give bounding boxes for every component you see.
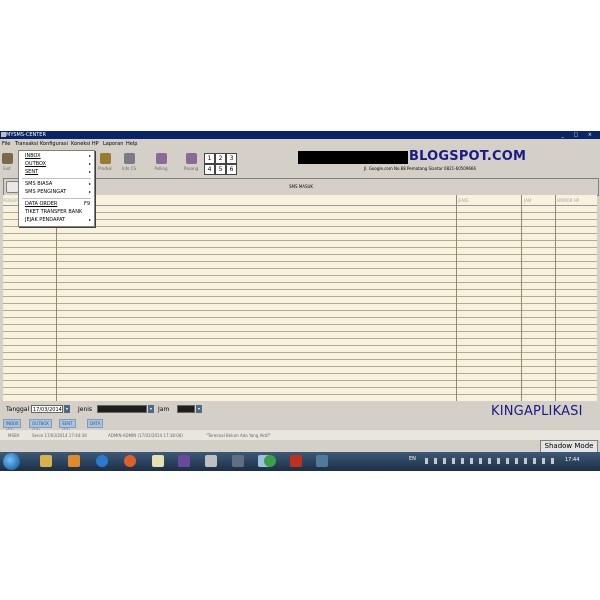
number-keypad: 1 2 3 4 5 6 — [204, 153, 237, 175]
transaksi-dropdown-menu: INBOX ▸ OUTBOX ▸ SENT ▸ SMS BIASA ▸ SMS … — [18, 150, 95, 227]
jenis-label: Jenis — [78, 406, 93, 413]
window-title-bar[interactable]: MYSMS-CENTER _ □ × — [0, 131, 600, 139]
notepad-icon[interactable] — [152, 455, 164, 467]
submenu-arrow-icon: ▸ — [88, 161, 91, 166]
media-player-icon[interactable] — [68, 455, 80, 467]
submenu-arrow-icon: ▸ — [88, 169, 91, 174]
taskbar-clock[interactable]: 17:44 — [565, 457, 579, 463]
pencil-icon — [155, 153, 167, 164]
menu-help[interactable]: Help — [126, 140, 137, 148]
jenis-select[interactable] — [97, 405, 147, 413]
system-tray-icons[interactable] — [425, 458, 555, 464]
status-app: MSBX — [8, 433, 20, 438]
menu-item-data-order[interactable]: DATA ORDER — [25, 201, 57, 207]
menu-bar: File Transaksi Konfigurasi Koneksi HP La… — [0, 140, 600, 148]
tanggal-label: Tanggal — [6, 406, 30, 413]
window-title: MYSMS-CENTER — [6, 132, 46, 138]
menu-separator — [22, 178, 91, 179]
col-jam[interactable]: JAM — [524, 198, 531, 203]
polling-button[interactable]: Polling — [152, 153, 170, 171]
brand-title: BLOGSPOT.COM — [409, 149, 527, 164]
people-icon — [123, 153, 135, 164]
tanggal-input[interactable]: 17/03/2014 — [31, 405, 63, 413]
column-divider — [521, 195, 522, 401]
menu-koneksi-hp[interactable]: Koneksi HP — [71, 140, 99, 148]
col-jenis[interactable]: JENIS — [458, 198, 468, 203]
tab-outbox[interactable]: OUTBOX (F4) — [29, 419, 52, 433]
menu-konfigurasi[interactable]: Konfigurasi — [40, 140, 68, 148]
pasang-button[interactable]: Pasang — [182, 153, 200, 171]
menu-item-sms-biasa[interactable]: SMS BIASA — [25, 181, 52, 187]
menu-laporan[interactable]: Laporan — [103, 140, 123, 148]
calculator-icon[interactable] — [232, 455, 244, 467]
key-4[interactable]: 4 — [204, 164, 215, 175]
status-terminal: "Terminal Belum Ada Yang Aktif" — [206, 433, 271, 438]
status-datetime: Senin 17/03/2014 17:44:38 — [32, 433, 87, 438]
explorer-icon[interactable] — [40, 455, 52, 467]
tab-sent[interactable]: SENT (F3) — [59, 419, 76, 433]
exit-button[interactable]: Exit — [0, 153, 16, 171]
jenis-dropdown-button[interactable]: ▾ — [148, 405, 154, 413]
app-window-icon[interactable] — [205, 455, 217, 467]
submenu-arrow-icon: ▸ — [88, 189, 91, 194]
start-button[interactable] — [3, 453, 20, 470]
redacted-brand-bar — [298, 151, 408, 164]
status-bar: MSBX Senin 17/03/2014 17:44:38 ADMIN-ADM… — [0, 430, 600, 440]
windows-taskbar: EN 17:44 — [0, 452, 600, 471]
shortcut-label: F9 — [83, 201, 90, 207]
people-icon[interactable] — [316, 455, 328, 467]
internet-explorer-icon[interactable] — [96, 455, 108, 467]
menu-transaksi[interactable]: Transaksi — [15, 140, 38, 148]
jam-label: Jam — [158, 406, 170, 413]
submenu-arrow-icon: ▸ — [88, 217, 91, 222]
key-6[interactable]: 6 — [226, 164, 237, 175]
menu-item-outbox[interactable]: OUTBOX — [25, 161, 46, 167]
tab-inbox[interactable]: INBOX (F1) — [3, 419, 22, 433]
language-indicator[interactable]: EN — [409, 456, 416, 462]
chrome-icon[interactable] — [264, 455, 276, 467]
submenu-arrow-icon: ▸ — [88, 153, 91, 158]
col-nomor-hp[interactable]: NOMOR HP — [557, 198, 579, 203]
key-3[interactable]: 3 — [226, 153, 237, 164]
photo-viewer-icon[interactable] — [178, 455, 190, 467]
jam-select[interactable] — [177, 405, 195, 413]
tab-data-log[interactable]: DATA - LOG — [87, 419, 104, 440]
menu-item-sent[interactable]: SENT — [25, 169, 38, 175]
column-divider — [555, 195, 556, 401]
column-divider — [456, 195, 457, 401]
key-2[interactable]: 2 — [215, 153, 226, 164]
status-user: ADMIN-ADMIN (17/03/2014 17:38:08) — [108, 433, 183, 438]
tanggal-dropdown-button[interactable]: ▾ — [64, 405, 70, 413]
produk-button[interactable]: Produk — [96, 153, 114, 171]
menu-item-tiket-transfer-bank[interactable]: TIKET TRANSFER BANK — [25, 209, 82, 215]
brand-address: Jl. Google.com No.88 Pematang Siantar 08… — [364, 166, 477, 171]
menu-separator — [22, 198, 91, 199]
kingaplikasi-logo-text: KINGAPLIKASI — [491, 404, 583, 419]
door-icon — [1, 153, 13, 164]
window-controls[interactable]: _ □ × — [561, 131, 596, 139]
thumbtack-icon — [185, 153, 197, 164]
firefox-icon[interactable] — [124, 455, 136, 467]
jam-dropdown-button[interactable]: ▾ — [196, 405, 202, 413]
submenu-arrow-icon: ▸ — [88, 181, 91, 186]
menu-item-sms-pengingat[interactable]: SMS PENGINGAT — [25, 189, 66, 195]
menu-item-inbox[interactable]: INBOX — [25, 153, 41, 159]
menu-item-jejak-pendapat[interactable]: JEJAK PENDAPAT — [25, 217, 65, 223]
key-5[interactable]: 5 — [215, 164, 226, 175]
info-cs-button[interactable]: Info CS — [120, 153, 138, 171]
gears-icon — [99, 153, 111, 164]
key-1[interactable]: 1 — [204, 153, 215, 164]
menu-file[interactable]: File — [2, 140, 10, 148]
acrobat-icon[interactable] — [290, 455, 302, 467]
